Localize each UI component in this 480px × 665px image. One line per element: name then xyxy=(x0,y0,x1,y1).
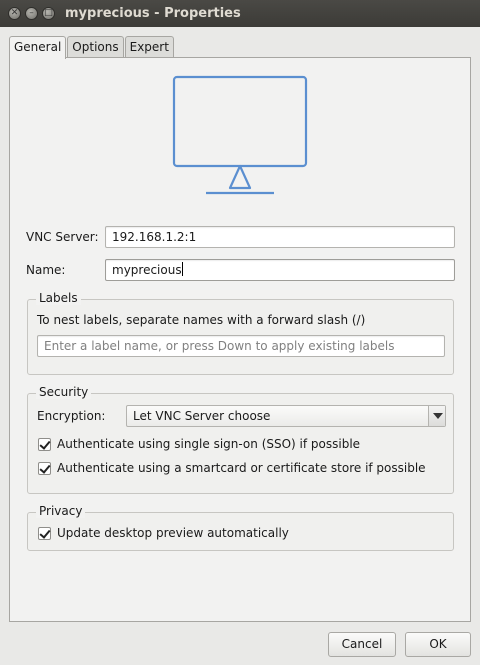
sso-option[interactable]: Authenticate using single sign-on (SSO) … xyxy=(38,437,360,451)
labels-group-title: Labels xyxy=(36,291,81,305)
tab-options[interactable]: Options xyxy=(67,36,124,58)
smartcard-checkbox[interactable] xyxy=(38,461,51,475)
labels-group: Labels To nest labels, separate names wi… xyxy=(27,291,454,375)
encryption-select[interactable]: Let VNC Server choose xyxy=(126,405,446,427)
smartcard-option[interactable]: Authenticate using a smartcard or certif… xyxy=(38,461,426,475)
text-caret xyxy=(181,262,183,276)
desktop-preview-checkbox[interactable] xyxy=(38,526,51,540)
smartcard-label: Authenticate using a smartcard or certif… xyxy=(57,461,426,475)
ok-button[interactable]: OK xyxy=(405,632,471,657)
security-group-title: Security xyxy=(36,385,92,399)
window-title: myprecious - Properties xyxy=(65,6,241,21)
minimize-icon[interactable]: – xyxy=(25,7,38,20)
sso-checkbox[interactable] xyxy=(38,437,51,451)
name-input[interactable]: myprecious xyxy=(105,259,455,281)
security-group: Security Encryption: Let VNC Server choo… xyxy=(27,385,454,494)
label-input-placeholder: Enter a label name, or press Down to app… xyxy=(44,339,395,353)
desktop-preview-option[interactable]: Update desktop preview automatically xyxy=(38,526,289,540)
label-input[interactable]: Enter a label name, or press Down to app… xyxy=(37,335,445,357)
chevron-down-icon[interactable] xyxy=(428,406,445,426)
encryption-value: Let VNC Server choose xyxy=(133,409,271,423)
tab-expert[interactable]: Expert xyxy=(124,36,174,58)
tab-bar: General Options Expert xyxy=(9,36,175,59)
close-icon[interactable]: ✕ xyxy=(8,7,21,20)
encryption-label: Encryption: xyxy=(37,409,106,423)
vnc-server-label: VNC Server: xyxy=(26,230,99,244)
monitor-icon xyxy=(172,75,308,195)
labels-hint: To nest labels, separate names with a fo… xyxy=(37,313,366,327)
privacy-group-title: Privacy xyxy=(36,504,86,518)
cancel-button[interactable]: Cancel xyxy=(328,632,396,657)
privacy-group: Privacy Update desktop preview automatic… xyxy=(27,504,454,551)
sso-label: Authenticate using single sign-on (SSO) … xyxy=(57,437,361,451)
name-value: myprecious xyxy=(112,263,182,277)
name-label: Name: xyxy=(26,263,66,277)
desktop-preview-label: Update desktop preview automatically xyxy=(57,526,289,540)
vnc-server-value: 192.168.1.2:1 xyxy=(112,230,197,244)
tab-general[interactable]: General xyxy=(9,36,67,59)
maximize-icon[interactable]: □ xyxy=(42,7,55,20)
general-panel: VNC Server: 192.168.1.2:1 Name: myprecio… xyxy=(9,57,471,622)
vnc-server-input[interactable]: 192.168.1.2:1 xyxy=(105,226,455,248)
title-bar: ✕ – □ myprecious - Properties xyxy=(0,0,480,27)
